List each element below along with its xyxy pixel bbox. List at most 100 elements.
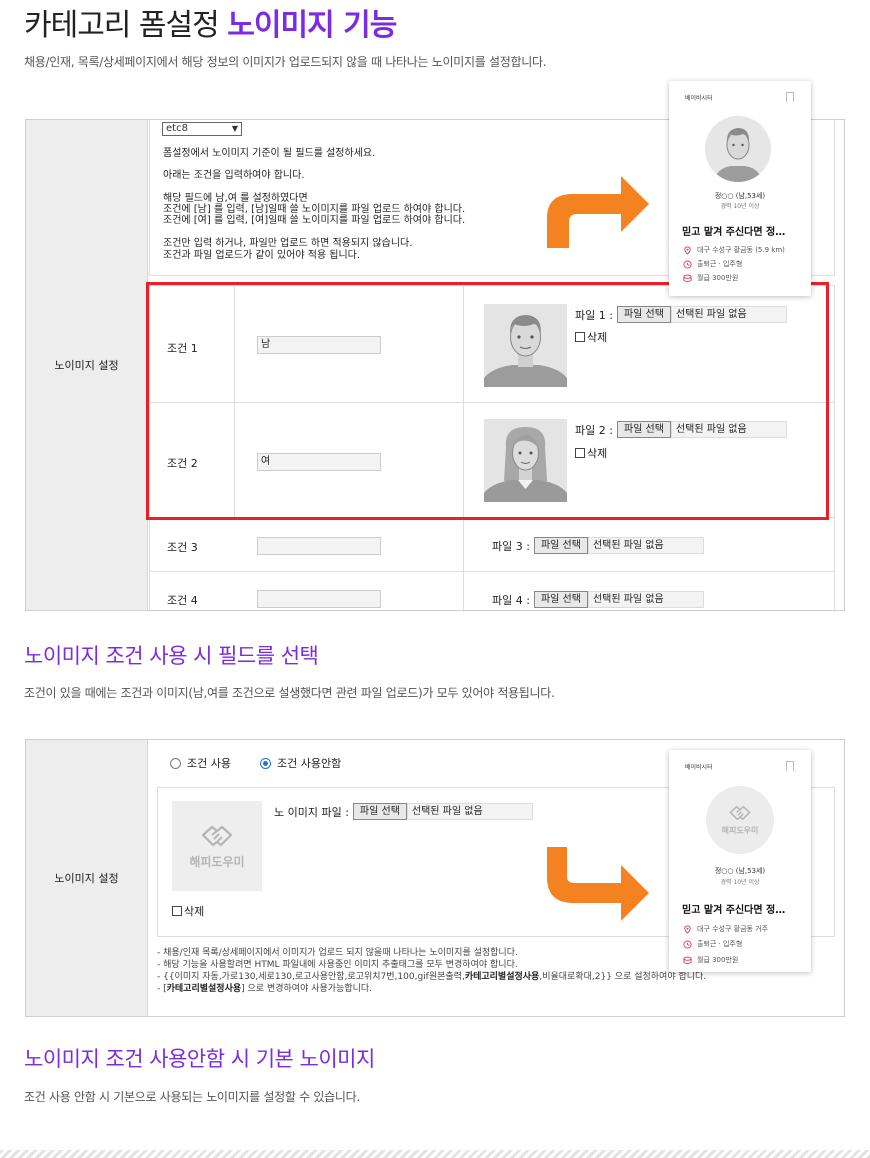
section-title-condition: 노이미지 조건 사용 시 필드를 선택 (24, 644, 319, 668)
note-line: - 채용/인재 목록/상세페이지에서 이미지가 업로드 되지 않을때 나타나는 … (157, 948, 518, 958)
card-location-text: 대구 수성구 황금동 거주 (697, 925, 769, 933)
file-label: 파일 3 : (492, 539, 530, 553)
bookmark-icon (786, 761, 794, 771)
card-headline: 믿고 맡겨 주신다면 정… (682, 227, 786, 238)
radio-condition-use[interactable]: 조건 사용 (170, 755, 231, 771)
file-select-button[interactable]: 파일 선택 (352, 803, 407, 820)
file-label: 노 이미지 파일 : (274, 805, 349, 819)
note-text: ,비율대로확대,2}} 으로 설정하여야 합니다. (539, 972, 707, 982)
coin-icon (683, 274, 692, 282)
radio-label: 조건 사용안함 (277, 757, 342, 770)
section-description-default: 조건 사용 안함 시 기본으로 사용되는 노이미지를 설정할 수 있습니다. (24, 1090, 360, 1104)
logo-text: 해피도우미 (721, 826, 759, 835)
location-pin-icon (684, 924, 691, 934)
highlight-frame (146, 282, 829, 520)
info-line-7: 조건과 파일 업로드가 같이 있어야 적용 됩니다. (163, 250, 361, 261)
logo-text: 해피도우미 (189, 854, 245, 869)
chevron-down-icon: ▼ (231, 124, 238, 133)
noimage-file-row: 노 이미지 파일 : 파일 선택 선택된 파일 없음 (274, 803, 533, 820)
coin-icon (683, 956, 692, 964)
card-worktype-text: 출퇴근 · 입주형 (697, 940, 743, 948)
info-line-6: 조건만 입력 하거나, 파일만 업로드 하면 적용되지 않습니다. (163, 238, 413, 249)
file-select-button[interactable]: 파일 선택 (533, 591, 588, 608)
condition-row: 조건 3 파일 3 : 파일 선택 선택된 파일 없음 (149, 518, 835, 572)
note-text: - [ (157, 984, 167, 994)
radio-dot-selected[interactable] (260, 757, 271, 769)
usage-notes: - 채용/인재 목록/상세페이지에서 이미지가 업로드 되지 않을때 나타나는 … (157, 947, 706, 995)
default-logo-circle: 해피도우미 (706, 786, 774, 854)
file-upload-row: 파일 4 : 파일 선택 선택된 파일 없음 (492, 591, 704, 608)
file-status: 선택된 파일 없음 (587, 537, 704, 554)
section-title-default: 노이미지 조건 사용안함 시 기본 노이미지 (24, 1047, 375, 1071)
panel-label: 노이미지 설정 (26, 740, 148, 1016)
location-pin-icon (684, 245, 691, 255)
default-noimage-thumbnail: 해피도우미 (172, 801, 262, 891)
card-location: 대구 수성구 황금동 (5.9 km) (683, 245, 785, 255)
note-line: - [카테고리별설정사용] 으로 변경하여야 사용가능합니다. (157, 983, 706, 995)
page-title-accent: 노이미지 기능 (227, 8, 397, 43)
info-line-2: 아래는 조건을 입력하여야 합니다. (163, 170, 305, 181)
info-line-3: 해당 필드에 남,여 를 설정하였다면 (163, 193, 308, 204)
delete-checkbox[interactable]: 삭제 (172, 903, 204, 919)
card-name: 정○○ (남,53세) (714, 867, 766, 875)
card-worktype-text: 출퇴근 · 입주형 (697, 260, 743, 268)
condition-row: 조건 4 파일 4 : 파일 선택 선택된 파일 없음 (149, 572, 835, 612)
info-line-4: 조건에 [남] 를 입력, [남]일때 쓸 노이미지를 파일 업로드 하여야 합… (163, 204, 466, 215)
condition-input[interactable] (257, 537, 381, 555)
note-emphasis: 카테고리별설정사용 (166, 984, 242, 994)
note-text: ] 으로 변경하여야 사용가능합니다. (241, 984, 373, 994)
page-description: 채용/인재, 목록/상세페이지에서 해당 정보의 이미지가 업로드되지 않을 때… (24, 55, 547, 69)
file-upload-row: 파일 3 : 파일 선택 선택된 파일 없음 (492, 537, 704, 554)
card-worktype: 출퇴근 · 입주형 (683, 259, 742, 269)
field-select-value: etc8 (166, 123, 188, 134)
card-name: 정○○ (남,53세) (714, 192, 766, 200)
card-headline: 믿고 맡겨 주신다면 정… (682, 905, 786, 916)
delete-label: 삭제 (184, 905, 205, 918)
radio-dot[interactable] (170, 757, 181, 769)
page-title: 카테고리 폼설정 노이미지 기능 (24, 0, 397, 44)
bookmark-icon (786, 92, 794, 102)
card-salary: 월급 300만원 (683, 955, 738, 965)
preview-card-1: 베이비시터 정○○ (남,53세) 경력 10년 이상 믿고 맡겨 주신다면 정… (669, 81, 811, 296)
section-description-condition: 조건이 있을 때에는 조건과 이미지(남,여를 조건으로 설생했다면 관련 파일… (24, 686, 555, 700)
preview-card-2: 베이비시터 해피도우미 정○○ (남,53세) 경력 10년 이상 믿고 맡겨 … (669, 750, 811, 972)
card-location: 대구 수성구 황금동 거주 (683, 924, 768, 934)
male-avatar-circle (705, 116, 771, 182)
arrow-right-icon (547, 176, 649, 248)
file-label: 파일 4 : (492, 593, 530, 607)
card-location-text: 대구 수성구 황금동 (5.9 km) (697, 246, 785, 254)
note-line: - {{이미지 자동,가로130,세로130,로고사용안함,로고위치7번,100… (157, 971, 706, 983)
file-status: 선택된 파일 없음 (587, 591, 704, 608)
condition-label: 조건 3 (167, 541, 198, 554)
panel-label: 노이미지 설정 (26, 120, 148, 610)
radio-condition-nouse[interactable]: 조건 사용안함 (260, 755, 341, 771)
card-salary: 월급 300만원 (683, 273, 738, 283)
checkbox-box[interactable] (172, 906, 182, 916)
file-select-button[interactable]: 파일 선택 (533, 537, 588, 554)
note-text: - {{이미지 자동,가로130,세로130,로고사용안함,로고위치7번,100… (157, 972, 465, 982)
clock-icon (683, 939, 692, 949)
field-select[interactable]: etc8 ▼ (162, 122, 242, 136)
condition-input[interactable] (257, 590, 381, 608)
info-line-5: 조건에 [여] 를 입력, [여]일때 쓸 노이미지를 파일 업로드 하여야 합… (163, 215, 466, 226)
clock-icon (683, 259, 692, 269)
handshake-icon (729, 806, 751, 820)
file-status: 선택된 파일 없음 (406, 803, 533, 820)
card-brand: 베이비시터 (685, 764, 713, 771)
male-avatar-icon (705, 116, 771, 182)
condition-label: 조건 4 (167, 594, 198, 607)
card-experience: 경력 10년 이상 (720, 203, 760, 210)
card-worktype: 출퇴근 · 입주형 (683, 939, 742, 949)
bottom-divider (0, 1150, 870, 1158)
arrow-right-icon (547, 847, 649, 921)
card-brand: 베이비시터 (685, 95, 713, 102)
info-line-1: 폼설정에서 노이미지 기준이 될 필드를 설정하세요. (163, 148, 376, 159)
card-salary-text: 월급 300만원 (697, 956, 739, 964)
card-experience: 경력 10년 이상 (720, 879, 760, 886)
page-title-main: 카테고리 폼설정 (24, 8, 228, 43)
radio-label: 조건 사용 (187, 757, 231, 770)
handshake-icon (201, 825, 233, 846)
card-salary-text: 월급 300만원 (697, 274, 739, 282)
note-line: - 해당 기능을 사용할려면 HTML 파일내에 사용중인 이미지 추출태그를 … (157, 960, 518, 970)
note-emphasis: 카테고리별설정사용 (464, 972, 540, 982)
